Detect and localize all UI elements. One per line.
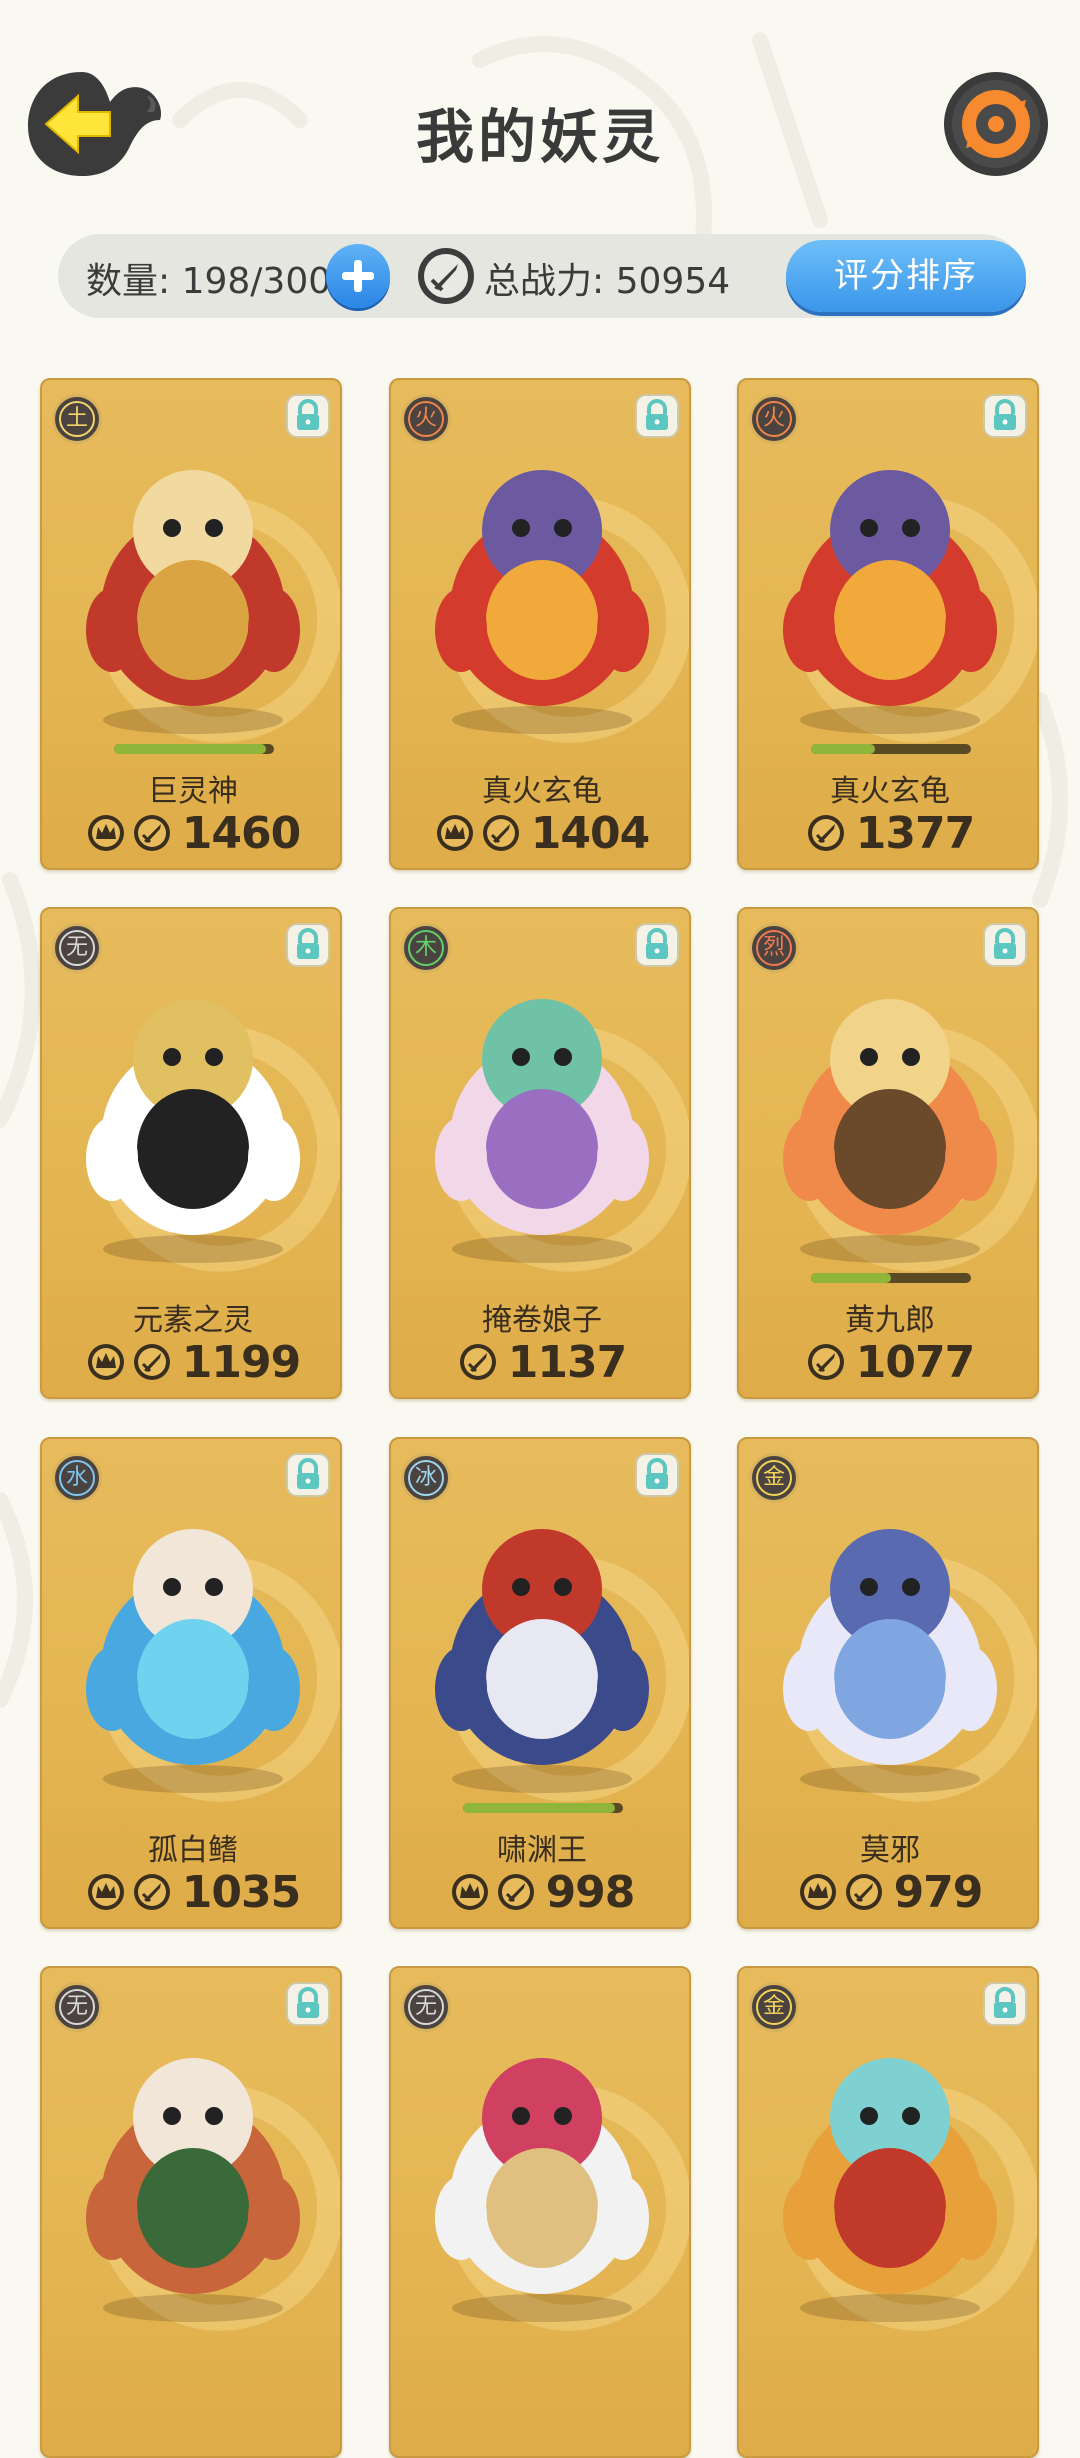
card-stats: 1377 xyxy=(739,807,1037,859)
creature-power: 1460 xyxy=(181,807,301,859)
combat-power-icon xyxy=(416,246,476,306)
yaoling-card[interactable]: 无 xyxy=(389,1966,691,2458)
yaoling-card[interactable]: 无 xyxy=(40,1966,342,2458)
creature-portrait xyxy=(391,949,689,1269)
crown-icon xyxy=(86,1342,126,1382)
creature-portrait xyxy=(391,420,689,740)
creature-name: 啸渊王 xyxy=(497,1833,587,1868)
yaoling-card[interactable]: 火 真火玄龟 1404 xyxy=(389,378,691,870)
progress-fill xyxy=(811,744,875,754)
crown-icon xyxy=(450,1872,490,1912)
sword-icon xyxy=(844,1872,884,1912)
crown-icon xyxy=(798,1872,838,1912)
crown-icon xyxy=(435,813,475,853)
sword-icon xyxy=(481,813,521,853)
creature-name: 莫邪 xyxy=(860,1833,920,1868)
progress-bar xyxy=(811,744,971,754)
sword-icon xyxy=(806,813,846,853)
creature-portrait xyxy=(42,949,340,1269)
progress-bar xyxy=(114,744,274,754)
yaoling-card[interactable]: 金 xyxy=(737,1966,1039,2458)
creature-name: 元素之灵 xyxy=(133,1303,253,1338)
creature-name: 真火玄龟 xyxy=(482,774,602,809)
yaoling-card[interactable]: 火 真火玄龟 1377 xyxy=(737,378,1039,870)
yaoling-card[interactable]: 土 巨灵神 1460 xyxy=(40,378,342,870)
creature-power: 1199 xyxy=(181,1336,301,1388)
yaoling-card[interactable]: 木 掩卷娘子 1137 xyxy=(389,907,691,1399)
card-stats: 998 xyxy=(391,1866,689,1918)
card-stats: 1077 xyxy=(739,1336,1037,1388)
crown-icon xyxy=(86,1872,126,1912)
yaoling-card[interactable]: 烈 黄九郎 1077 xyxy=(737,907,1039,1399)
progress-bar xyxy=(811,1273,971,1283)
creature-power: 1404 xyxy=(530,807,650,859)
creature-name: 黄九郎 xyxy=(845,1303,935,1338)
crown-icon xyxy=(86,813,126,853)
creature-power: 1137 xyxy=(507,1336,627,1388)
creature-power: 1035 xyxy=(181,1866,301,1918)
creature-portrait xyxy=(42,1479,340,1799)
creature-name: 孤白鳍 xyxy=(148,1833,238,1868)
refresh-icon xyxy=(944,72,1048,176)
creature-portrait xyxy=(42,2008,340,2328)
refresh-button[interactable] xyxy=(942,70,1050,178)
creature-power: 979 xyxy=(893,1866,984,1918)
creature-portrait xyxy=(739,1479,1037,1799)
creature-name: 真火玄龟 xyxy=(830,774,950,809)
card-stats: 1460 xyxy=(42,807,340,859)
progress-bar xyxy=(463,1803,623,1813)
sword-icon xyxy=(806,1342,846,1382)
creature-power: 1377 xyxy=(855,807,975,859)
progress-fill xyxy=(811,1273,891,1283)
sword-icon xyxy=(496,1872,536,1912)
creature-portrait xyxy=(739,949,1037,1269)
page-title: 我的妖灵 xyxy=(415,103,664,171)
yaoling-card[interactable]: 无 元素之灵 1199 xyxy=(40,907,342,1399)
creature-portrait xyxy=(739,420,1037,740)
add-capacity-button[interactable] xyxy=(326,244,390,308)
creature-portrait xyxy=(739,2008,1037,2328)
card-stats: 1035 xyxy=(42,1866,340,1918)
card-stats: 1137 xyxy=(391,1336,689,1388)
sword-icon xyxy=(132,1872,172,1912)
yaoling-card[interactable]: 水 孤白鳍 1035 xyxy=(40,1437,342,1929)
card-stats: 979 xyxy=(739,1866,1037,1918)
creature-power: 998 xyxy=(545,1866,636,1918)
creature-portrait xyxy=(391,2008,689,2328)
creature-name: 掩卷娘子 xyxy=(482,1303,602,1338)
sword-icon xyxy=(458,1342,498,1382)
card-stats: 1199 xyxy=(42,1336,340,1388)
sword-icon xyxy=(132,1342,172,1382)
creature-portrait xyxy=(391,1479,689,1799)
yaoling-count: 数量: 198/300 xyxy=(86,261,332,302)
sword-icon xyxy=(132,813,172,853)
card-stats: 1404 xyxy=(391,807,689,859)
yaoling-card[interactable]: 金 莫邪 979 xyxy=(737,1437,1039,1929)
sort-by-score-button[interactable]: 评分排序 xyxy=(786,240,1026,312)
progress-fill xyxy=(114,744,266,754)
creature-portrait xyxy=(42,420,340,740)
yaoling-card[interactable]: 冰 啸渊王 998 xyxy=(389,1437,691,1929)
total-combat-power: 总战力: 50954 xyxy=(484,261,731,302)
creature-name: 巨灵神 xyxy=(148,774,238,809)
creature-power: 1077 xyxy=(855,1336,975,1388)
progress-fill xyxy=(463,1803,615,1813)
